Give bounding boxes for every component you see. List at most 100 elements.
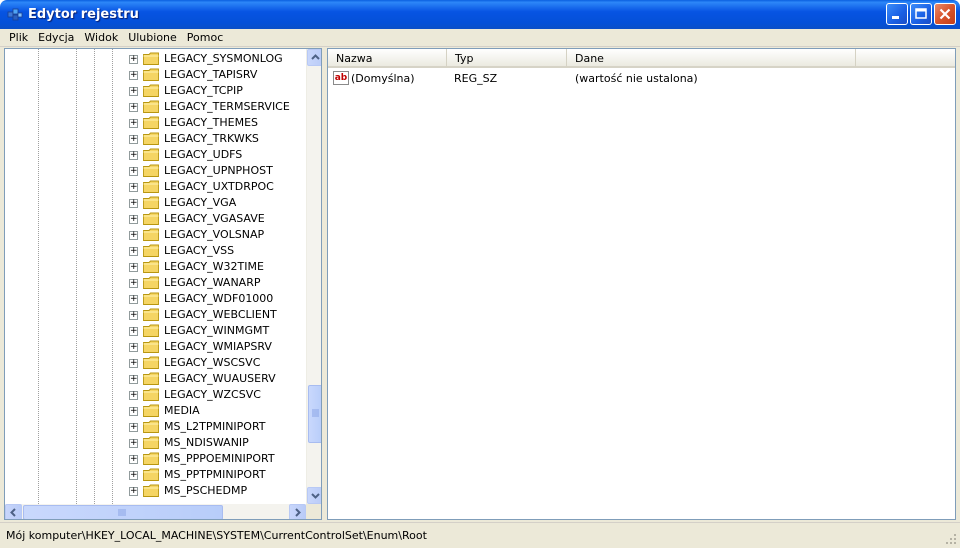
- tree-item[interactable]: + LEGACY_SYSMONLOG: [5, 51, 305, 67]
- expand-plus-icon[interactable]: +: [129, 183, 138, 192]
- tree-item[interactable]: + LEGACY_VGASAVE: [5, 211, 305, 227]
- expand-plus-icon[interactable]: +: [129, 247, 138, 256]
- window-title: Edytor rejestru: [28, 7, 139, 22]
- tree-vertical-scrollbar[interactable]: [306, 49, 321, 504]
- column-header-data[interactable]: Dane: [567, 49, 856, 68]
- tree-item[interactable]: + LEGACY_WUAUSERV: [5, 371, 305, 387]
- expand-plus-icon[interactable]: +: [129, 55, 138, 64]
- expand-plus-icon[interactable]: +: [129, 263, 138, 272]
- tree-item[interactable]: + MEDIA: [5, 403, 305, 419]
- folder-icon: [143, 116, 159, 129]
- tree-horizontal-scroll-thumb[interactable]: [23, 505, 223, 519]
- scroll-down-button[interactable]: [307, 487, 321, 504]
- expand-plus-icon[interactable]: +: [129, 439, 138, 448]
- expand-plus-icon[interactable]: +: [129, 359, 138, 368]
- scroll-left-button[interactable]: [5, 504, 22, 519]
- menu-help[interactable]: Pomoc: [182, 31, 228, 44]
- expand-plus-icon[interactable]: +: [129, 343, 138, 352]
- tree-item[interactable]: + LEGACY_TCPIP: [5, 83, 305, 99]
- tree-item[interactable]: + LEGACY_WANARP: [5, 275, 305, 291]
- tree-item[interactable]: + MS_PSCHEDMP: [5, 483, 305, 499]
- tree-item[interactable]: + LEGACY_WDF01000: [5, 291, 305, 307]
- tree-item-label: LEGACY_VGA: [164, 196, 237, 209]
- expand-plus-icon[interactable]: +: [129, 151, 138, 160]
- tree-item[interactable]: + LEGACY_UPNPHOST: [5, 163, 305, 179]
- menu-view[interactable]: Widok: [79, 31, 123, 44]
- tree-item-label: MS_PPTPMINIPORT: [164, 468, 266, 481]
- folder-icon: [143, 404, 159, 417]
- tree-item[interactable]: + MS_NDISWANIP: [5, 435, 305, 451]
- tree-item[interactable]: + LEGACY_UDFS: [5, 147, 305, 163]
- expand-plus-icon[interactable]: +: [129, 135, 138, 144]
- tree-item[interactable]: + MS_PPTPMINIPORT: [5, 467, 305, 483]
- tree-item[interactable]: + LEGACY_UXTDRPOC: [5, 179, 305, 195]
- registry-tree[interactable]: + LEGACY_SYSMONLOG + LEGACY_TAPISRV + LEGACY_…: [5, 49, 305, 504]
- expand-plus-icon[interactable]: +: [129, 215, 138, 224]
- tree-item[interactable]: + LEGACY_WMIAPSRV: [5, 339, 305, 355]
- folder-icon: [143, 324, 159, 337]
- expand-plus-icon[interactable]: +: [129, 71, 138, 80]
- tree-item[interactable]: + LEGACY_THEMES: [5, 115, 305, 131]
- tree-horizontal-scrollbar[interactable]: [5, 504, 306, 519]
- tree-item[interactable]: + LEGACY_WSCSVC: [5, 355, 305, 371]
- expand-plus-icon[interactable]: +: [129, 295, 138, 304]
- registry-editor-icon: [6, 6, 24, 24]
- tree-item[interactable]: + MS_L2TPMINIPORT: [5, 419, 305, 435]
- tree-item[interactable]: + LEGACY_W32TIME: [5, 259, 305, 275]
- folder-icon: [143, 132, 159, 145]
- main-area: + LEGACY_SYSMONLOG + LEGACY_TAPISRV + LEGACY_…: [0, 47, 960, 522]
- values-list-pane[interactable]: Nazwa Typ Dane ab (Domyślna) REG_SZ (war…: [327, 48, 956, 520]
- expand-plus-icon[interactable]: +: [129, 311, 138, 320]
- title-bar[interactable]: Edytor rejestru: [0, 0, 960, 29]
- expand-plus-icon[interactable]: +: [129, 391, 138, 400]
- expand-plus-icon[interactable]: +: [129, 487, 138, 496]
- tree-item[interactable]: + LEGACY_WZCSVC: [5, 387, 305, 403]
- column-header-name[interactable]: Nazwa: [328, 49, 447, 68]
- expand-plus-icon[interactable]: +: [129, 455, 138, 464]
- tree-item-label: LEGACY_WANARP: [164, 276, 261, 289]
- grip-icon: [312, 409, 319, 417]
- tree-item[interactable]: + MS_PPPOEMINIPORT: [5, 451, 305, 467]
- value-name: (Domyślna): [351, 72, 415, 85]
- list-item[interactable]: ab (Domyślna) REG_SZ (wartość nie ustalo…: [328, 70, 955, 87]
- menu-edit[interactable]: Edycja: [33, 31, 79, 44]
- expand-plus-icon[interactable]: +: [129, 407, 138, 416]
- tree-item[interactable]: + LEGACY_WEBCLIENT: [5, 307, 305, 323]
- tree-item[interactable]: + LEGACY_TAPISRV: [5, 67, 305, 83]
- minimize-button[interactable]: [886, 3, 908, 25]
- tree-item[interactable]: + LEGACY_WINMGMT: [5, 323, 305, 339]
- tree-item[interactable]: + LEGACY_TERMSERVICE: [5, 99, 305, 115]
- expand-plus-icon[interactable]: +: [129, 231, 138, 240]
- chevron-right-icon: [295, 508, 301, 517]
- folder-icon: [143, 420, 159, 433]
- expand-plus-icon[interactable]: +: [129, 423, 138, 432]
- tree-item[interactable]: + LEGACY_TRKWKS: [5, 131, 305, 147]
- resize-grip-icon[interactable]: [945, 533, 957, 545]
- menu-favorites[interactable]: Ulubione: [123, 31, 182, 44]
- menu-file[interactable]: Plik: [4, 31, 33, 44]
- tree-item[interactable]: + LEGACY_VSS: [5, 243, 305, 259]
- folder-icon: [143, 180, 159, 193]
- tree-item[interactable]: + LEGACY_VOLSNAP: [5, 227, 305, 243]
- value-type: REG_SZ: [454, 72, 498, 85]
- expand-plus-icon[interactable]: +: [129, 103, 138, 112]
- tree-item-label: LEGACY_WEBCLIENT: [164, 308, 277, 321]
- close-button[interactable]: [934, 3, 956, 25]
- expand-plus-icon[interactable]: +: [129, 167, 138, 176]
- expand-plus-icon[interactable]: +: [129, 87, 138, 96]
- folder-icon: [143, 100, 159, 113]
- tree-vertical-scroll-thumb[interactable]: [308, 385, 321, 443]
- folder-icon: [143, 484, 159, 497]
- expand-plus-icon[interactable]: +: [129, 119, 138, 128]
- tree-item[interactable]: + LEGACY_VGA: [5, 195, 305, 211]
- expand-plus-icon[interactable]: +: [129, 471, 138, 480]
- expand-plus-icon[interactable]: +: [129, 279, 138, 288]
- scroll-right-button[interactable]: [289, 504, 306, 519]
- expand-plus-icon[interactable]: +: [129, 375, 138, 384]
- scroll-up-button[interactable]: [307, 49, 321, 66]
- expand-plus-icon[interactable]: +: [129, 327, 138, 336]
- maximize-button[interactable]: [910, 3, 932, 25]
- column-header-type[interactable]: Typ: [447, 49, 567, 68]
- registry-tree-pane[interactable]: + LEGACY_SYSMONLOG + LEGACY_TAPISRV + LEGACY_…: [4, 48, 322, 520]
- expand-plus-icon[interactable]: +: [129, 199, 138, 208]
